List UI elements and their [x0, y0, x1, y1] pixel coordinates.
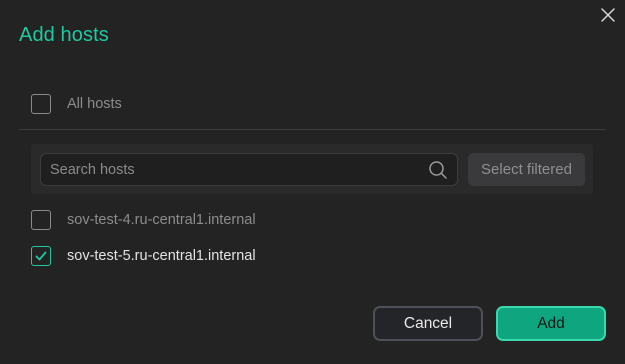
host-checkbox[interactable]: [31, 210, 51, 230]
search-input[interactable]: [40, 153, 458, 186]
select-filtered-button[interactable]: Select filtered: [468, 153, 585, 186]
checkmark-icon: [35, 251, 47, 261]
all-hosts-checkbox[interactable]: [31, 94, 51, 114]
close-button[interactable]: [599, 6, 617, 24]
cancel-button[interactable]: Cancel: [373, 306, 483, 341]
host-row[interactable]: sov-test-5.ru-central1.internal: [31, 244, 256, 268]
all-hosts-row[interactable]: All hosts: [31, 92, 122, 116]
host-name: sov-test-4.ru-central1.internal: [67, 212, 256, 228]
host-row[interactable]: sov-test-4.ru-central1.internal: [31, 208, 256, 232]
divider: [19, 129, 606, 130]
search-icon[interactable]: [428, 160, 448, 180]
add-button[interactable]: Add: [496, 306, 606, 341]
close-icon: [601, 8, 615, 22]
dialog-title: Add hosts: [19, 24, 109, 46]
search-panel: Select filtered: [31, 144, 593, 194]
add-hosts-dialog: Add hosts All hosts Select filtered sov-…: [0, 0, 625, 364]
all-hosts-label: All hosts: [67, 96, 122, 112]
host-checkbox[interactable]: [31, 246, 51, 266]
host-name: sov-test-5.ru-central1.internal: [67, 248, 256, 264]
